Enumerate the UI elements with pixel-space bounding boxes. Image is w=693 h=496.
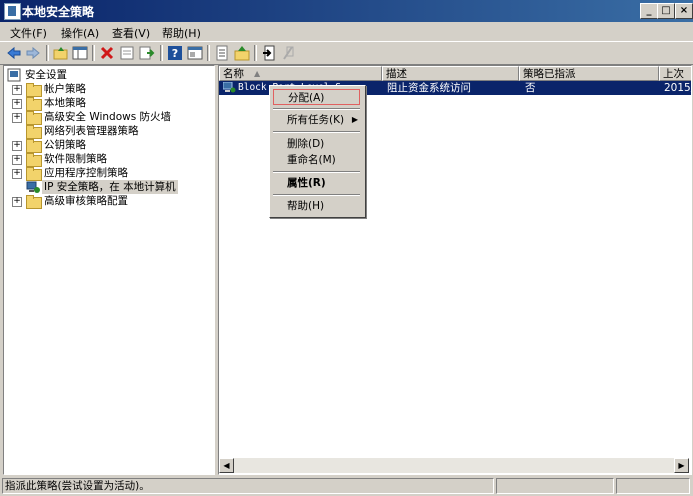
expand-icon[interactable]: + xyxy=(12,155,22,165)
expand-icon[interactable]: + xyxy=(12,99,22,109)
policy-description: 阻止资金系统访问 xyxy=(387,82,471,94)
manage-filter-icon[interactable] xyxy=(214,45,230,61)
menu-item-rename[interactable]: 重命名(M) xyxy=(273,152,360,168)
menu-separator xyxy=(273,194,360,196)
assign-icon[interactable] xyxy=(261,45,277,61)
tree-item-ip-security[interactable]: IP 安全策略，在 本地计算机 xyxy=(7,180,207,194)
tree-root-label: 安全设置 xyxy=(25,69,67,81)
tree-item-public-key[interactable]: + 公钥策略 xyxy=(7,138,207,153)
expand-icon[interactable]: + xyxy=(12,169,22,179)
submenu-arrow-icon: ▶ xyxy=(351,115,358,124)
menu-separator xyxy=(273,131,360,133)
policy-assigned: 否 xyxy=(525,82,536,94)
menu-separator xyxy=(273,108,360,110)
sort-ascending-icon: ▲ xyxy=(254,69,261,78)
tree-item-local-policy[interactable]: + 本地策略 xyxy=(7,96,207,111)
maximize-button[interactable]: □ xyxy=(657,3,675,19)
tree-item-app-control[interactable]: + 应用程序控制策略 xyxy=(7,166,207,181)
tree-root[interactable]: 安全设置 xyxy=(7,68,207,82)
close-button[interactable]: × xyxy=(675,3,693,19)
policy-modified: 2015/ xyxy=(664,82,692,94)
menu-bar: 文件(F) 操作(A) 查看(V) 帮助(H) xyxy=(0,22,693,41)
menu-item-assign[interactable]: 分配(A) xyxy=(273,89,360,105)
manage-action-icon[interactable] xyxy=(234,45,250,61)
menu-item-properties[interactable]: 属性(R) xyxy=(273,175,360,191)
menu-file[interactable]: 文件(F) xyxy=(10,25,47,41)
context-menu: 分配(A) 所有任务(K) ▶ 删除(D) 重命名(M) 属性(R) 帮助(H) xyxy=(269,85,366,218)
expand-icon[interactable]: + xyxy=(12,197,22,207)
column-header-description[interactable]: 描述 xyxy=(382,66,519,81)
minimize-button[interactable]: _ xyxy=(640,3,658,19)
show-tree-icon[interactable] xyxy=(72,45,88,61)
policy-icon xyxy=(223,82,236,93)
export-icon[interactable] xyxy=(139,45,155,61)
security-settings-icon xyxy=(7,68,21,82)
back-icon[interactable] xyxy=(6,45,22,61)
title-bar: 本地安全策略 _ □ × xyxy=(0,0,693,22)
forward-icon[interactable] xyxy=(25,45,41,61)
help-icon[interactable]: ? xyxy=(167,45,183,61)
horizontal-scrollbar[interactable]: ◀ ▶ xyxy=(219,458,689,473)
menu-action[interactable]: 操作(A) xyxy=(61,25,99,41)
expand-icon[interactable]: + xyxy=(12,113,22,123)
tree-item-network-list[interactable]: 网络列表管理器策略 xyxy=(7,124,207,139)
toolbar: ? xyxy=(0,41,693,65)
status-bar: 指派此策略(尝试设置为活动)。 xyxy=(0,476,693,496)
tree-item-account-policy[interactable]: + 帐户策略 xyxy=(7,82,207,97)
ip-security-icon xyxy=(26,181,40,193)
tree-pane: 安全设置 + 帐户策略 + 本地策略 + 高级安全 Windows 防火墙 网络… xyxy=(3,65,215,475)
properties-icon[interactable] xyxy=(119,45,135,61)
tree-item-software-restriction[interactable]: + 软件限制策略 xyxy=(7,152,207,167)
menu-item-all-tasks[interactable]: 所有任务(K) ▶ xyxy=(273,112,360,128)
tree-item-advanced-audit[interactable]: + 高级审核策略配置 xyxy=(7,194,207,209)
menu-item-help[interactable]: 帮助(H) xyxy=(273,198,360,214)
column-header-modified[interactable]: 上次 xyxy=(659,66,691,81)
app-icon xyxy=(4,3,21,20)
window-title: 本地安全策略 xyxy=(22,5,95,19)
column-header-name[interactable]: 名称 ▲ xyxy=(219,66,382,81)
delete-icon[interactable] xyxy=(99,45,115,61)
column-header-assigned[interactable]: 策略已指派 xyxy=(519,66,659,81)
status-panel-3 xyxy=(616,478,690,494)
menu-item-delete[interactable]: 删除(D) xyxy=(273,136,360,152)
menu-help[interactable]: 帮助(H) xyxy=(162,25,201,41)
tree-item-firewall[interactable]: + 高级安全 Windows 防火墙 xyxy=(7,110,207,125)
scroll-left-icon[interactable]: ◀ xyxy=(219,458,234,473)
expand-icon[interactable]: + xyxy=(12,141,22,151)
console-icon[interactable] xyxy=(187,45,203,61)
status-text: 指派此策略(尝试设置为活动)。 xyxy=(2,478,494,494)
unassign-icon[interactable] xyxy=(280,45,296,61)
svg-text:?: ? xyxy=(172,47,178,60)
expand-icon[interactable]: + xyxy=(12,85,22,95)
scroll-right-icon[interactable]: ▶ xyxy=(674,458,689,473)
status-panel-2 xyxy=(496,478,614,494)
menu-view[interactable]: 查看(V) xyxy=(112,25,150,41)
menu-separator xyxy=(273,171,360,173)
folder-icon xyxy=(26,195,42,209)
up-folder-icon[interactable] xyxy=(53,45,69,61)
